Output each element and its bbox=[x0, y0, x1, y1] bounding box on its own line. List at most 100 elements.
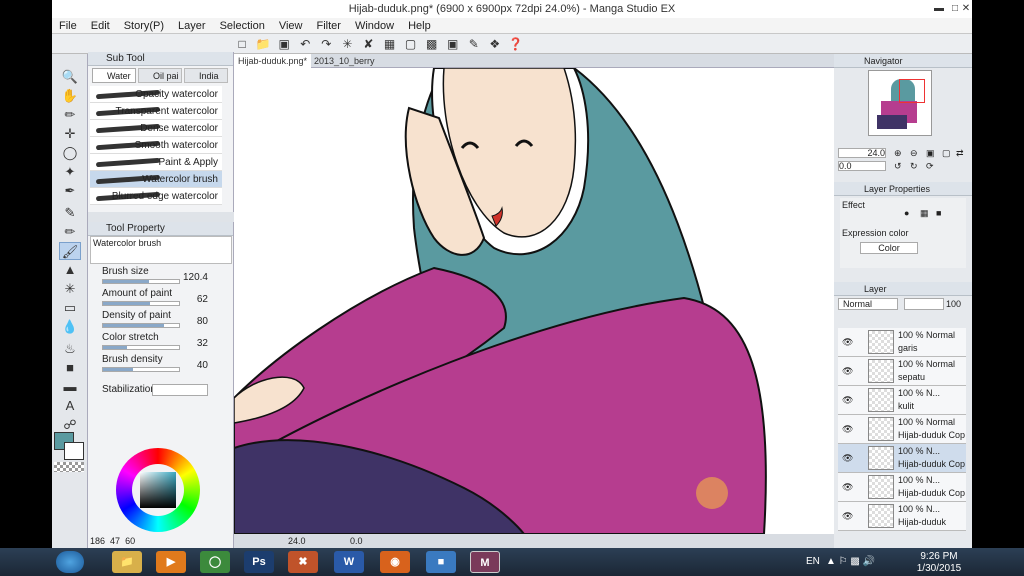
minimize-button[interactable]: ▬ bbox=[932, 2, 946, 15]
rotate-left-icon[interactable]: ↺ bbox=[894, 161, 902, 172]
manga-studio-icon[interactable]: M bbox=[470, 551, 500, 573]
drawing-canvas[interactable] bbox=[234, 68, 834, 534]
menu-help[interactable]: Help bbox=[401, 18, 438, 34]
brush-item[interactable]: Watercolor brush bbox=[90, 171, 222, 188]
brush-icon[interactable]: 🖌 bbox=[59, 242, 81, 260]
property-slider[interactable] bbox=[102, 301, 180, 306]
expression-color-select[interactable]: Color bbox=[860, 242, 918, 254]
help-icon[interactable]: ❓ bbox=[508, 36, 524, 52]
property-slider[interactable] bbox=[102, 367, 180, 372]
new-file-icon[interactable]: □ bbox=[234, 36, 250, 52]
rotate-right-icon[interactable]: ↻ bbox=[910, 161, 918, 172]
property-value[interactable]: 32 bbox=[197, 338, 208, 349]
chrome-icon[interactable]: ◯ bbox=[200, 551, 230, 573]
brush-item[interactable]: Smooth watercolor bbox=[90, 137, 222, 154]
menu-window[interactable]: Window bbox=[348, 18, 401, 34]
eyedropper-icon[interactable]: ✏ bbox=[59, 106, 81, 124]
deselect-icon[interactable]: ▢ bbox=[403, 36, 419, 52]
explorer-icon[interactable]: 📁 bbox=[112, 551, 142, 573]
ruler-icon[interactable]: ✎ bbox=[466, 36, 482, 52]
clear-icon[interactable]: ✘ bbox=[360, 36, 376, 52]
layer-row[interactable]: 👁 100 % N... Hijab-duduk Cop bbox=[838, 444, 966, 473]
layer-row[interactable]: 👁 100 % Normal garis bbox=[838, 328, 966, 357]
grid-icon[interactable]: ❖ bbox=[487, 36, 503, 52]
effect-border-icon[interactable]: ● bbox=[904, 208, 909, 218]
pencil-icon[interactable]: ✎ bbox=[59, 204, 81, 222]
menu-view[interactable]: View bbox=[272, 18, 310, 34]
menu-edit[interactable]: Edit bbox=[84, 18, 117, 34]
flip-icon[interactable]: ⇄ bbox=[956, 148, 964, 159]
tray-icons[interactable]: ▲ ⚐ ▩ 🔊 bbox=[826, 556, 875, 567]
effect-tone-icon[interactable]: ▦ bbox=[920, 208, 929, 219]
stabilization-row[interactable]: Stabilization bbox=[102, 384, 228, 398]
close-button[interactable]: ✕ bbox=[960, 2, 972, 15]
fit-icon[interactable]: ▣ bbox=[926, 148, 935, 159]
blend-icon[interactable]: 💧 bbox=[59, 318, 81, 336]
eye-icon[interactable]: 👁 bbox=[842, 511, 853, 522]
decoration-icon[interactable]: ✳ bbox=[59, 280, 81, 298]
loading-icon[interactable]: ✳ bbox=[339, 36, 355, 52]
photoshop-icon[interactable]: Ps bbox=[244, 551, 274, 573]
sub-color-swatch[interactable] bbox=[64, 442, 84, 460]
airbrush-icon[interactable]: ▲ bbox=[59, 261, 81, 279]
hand-icon[interactable]: ✋ bbox=[59, 87, 81, 105]
actual-size-icon[interactable]: ▢ bbox=[942, 148, 951, 159]
reset-rotation-icon[interactable]: ⟳ bbox=[926, 161, 934, 172]
redo-icon[interactable]: ↷ bbox=[318, 36, 334, 52]
eye-icon[interactable]: 👁 bbox=[842, 366, 853, 377]
media-player-icon[interactable]: ▶ bbox=[156, 551, 186, 573]
navigator-thumbnail[interactable] bbox=[868, 70, 932, 136]
property-row[interactable]: Brush size 120.4 bbox=[102, 266, 228, 286]
menu-selection[interactable]: Selection bbox=[213, 18, 272, 34]
tab-water[interactable]: Water bbox=[92, 68, 136, 83]
word-icon[interactable]: W bbox=[334, 551, 364, 573]
eye-icon[interactable]: 👁 bbox=[842, 395, 853, 406]
color-wheel[interactable] bbox=[116, 448, 200, 532]
transparent-color-swatch[interactable] bbox=[54, 462, 84, 472]
blend-mode-select[interactable]: Normal bbox=[838, 298, 898, 310]
layer-row[interactable]: 👁 100 % N... Hijab-duduk bbox=[838, 502, 966, 531]
brush-item[interactable]: Dense watercolor bbox=[90, 120, 222, 137]
figure-icon[interactable]: ▬ bbox=[59, 378, 81, 396]
stabilization-slider[interactable] bbox=[152, 384, 208, 396]
menu-file[interactable]: File bbox=[52, 18, 84, 34]
menu-layer[interactable]: Layer bbox=[171, 18, 213, 34]
tab-hijab-duduk[interactable]: Hijab-duduk.png* bbox=[234, 54, 312, 68]
eye-icon[interactable]: 👁 bbox=[842, 424, 853, 435]
property-row[interactable]: Color stretch 32 bbox=[102, 332, 228, 352]
xampp-icon[interactable]: ✖ bbox=[288, 551, 318, 573]
magic-wand-icon[interactable]: ✦ bbox=[59, 163, 81, 181]
navigator-zoom[interactable]: 24.0 bbox=[838, 148, 886, 158]
marker-icon[interactable]: ✏ bbox=[59, 223, 81, 241]
save-icon[interactable]: ▣ bbox=[276, 36, 292, 52]
property-slider[interactable] bbox=[102, 345, 180, 350]
pen-icon[interactable]: ✒ bbox=[59, 182, 81, 200]
zoom-out-icon[interactable]: ⊖ bbox=[910, 148, 918, 159]
app-icon[interactable]: ■ bbox=[426, 551, 456, 573]
tab-oil-paint[interactable]: Oil pai bbox=[138, 68, 182, 83]
tab-2013-berry[interactable]: 2013_10_berry bbox=[310, 54, 379, 68]
fill-bucket-icon[interactable]: ♨ bbox=[59, 340, 81, 358]
snap-icon[interactable]: ▣ bbox=[445, 36, 461, 52]
start-icon[interactable] bbox=[56, 551, 84, 573]
zoom-in-icon[interactable]: ⊕ bbox=[894, 148, 902, 159]
menu-filter[interactable]: Filter bbox=[310, 18, 348, 34]
brush-item[interactable]: Opacity watercolor bbox=[90, 86, 222, 103]
layer-opacity[interactable]: 100 bbox=[946, 299, 961, 309]
layer-row[interactable]: 👁 100 % N... Hijab-duduk Cop bbox=[838, 473, 966, 502]
lasso-icon[interactable]: ◯ bbox=[59, 144, 81, 162]
transform-icon[interactable]: ▦ bbox=[382, 36, 398, 52]
layer-row[interactable]: 👁 100 % Normal Hijab-duduk Cop bbox=[838, 415, 966, 444]
zoom-icon[interactable]: 🔍 bbox=[59, 68, 81, 86]
brush-item[interactable]: Blurred edge watercolor bbox=[90, 188, 222, 205]
tab-india-ink[interactable]: India in bbox=[184, 68, 228, 95]
property-value[interactable]: 120.4 bbox=[183, 272, 208, 283]
brush-item[interactable]: Paint & Apply bbox=[90, 154, 222, 171]
gradient-icon[interactable]: ■ bbox=[59, 359, 81, 377]
property-row[interactable]: Amount of paint 62 bbox=[102, 288, 228, 308]
property-value[interactable]: 62 bbox=[197, 294, 208, 305]
open-folder-icon[interactable]: 📁 bbox=[255, 36, 271, 52]
language-indicator[interactable]: EN bbox=[806, 556, 820, 567]
layer-row[interactable]: 👁 100 % Normal sepatu bbox=[838, 357, 966, 386]
text-icon[interactable]: A bbox=[59, 397, 81, 415]
